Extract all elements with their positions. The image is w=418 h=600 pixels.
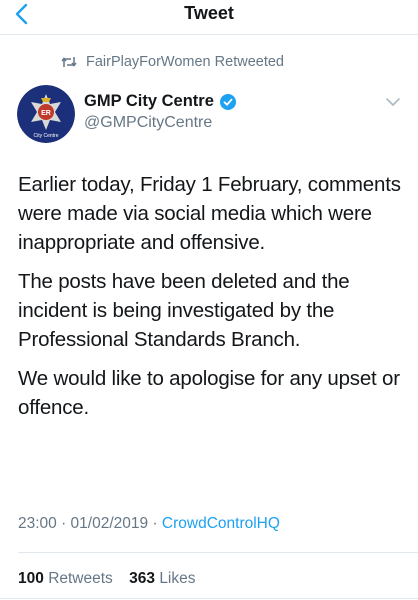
tweet-paragraph: We would like to apologise for any upset…	[18, 367, 400, 419]
author-handle[interactable]: @GMPCityCentre	[84, 114, 212, 132]
avatar[interactable]: ER City Centre	[17, 85, 75, 143]
retweet-icon	[61, 57, 77, 67]
top-bar: Tweet	[0, 0, 418, 30]
police-badge-icon: ER City Centre	[17, 85, 75, 143]
retweets-stat[interactable]: 100 Retweets	[18, 570, 113, 587]
avatar-badge-letters: ER	[41, 110, 51, 117]
tweet-meta: 23:00 · 01/02/2019 · CrowdControlHQ	[18, 515, 280, 533]
retweets-label: Retweets	[48, 570, 113, 587]
stats-divider	[18, 552, 418, 553]
tweet-source-link[interactable]: CrowdControlHQ	[162, 515, 280, 532]
retweet-context-text: FairPlayForWomen Retweeted	[86, 54, 284, 70]
author-name-row[interactable]: GMP City Centre	[84, 92, 236, 111]
chevron-down-icon[interactable]	[384, 95, 402, 109]
retweet-context[interactable]: FairPlayForWomen Retweeted	[60, 52, 284, 72]
tweet-timestamp: 23:00 · 01/02/2019 ·	[18, 515, 162, 532]
likes-count: 363	[129, 570, 155, 587]
likes-label: Likes	[159, 570, 196, 587]
tweet-paragraph: The posts have been deleted and the inci…	[18, 270, 350, 351]
tweet-text: Earlier today, Friday 1 February, commen…	[18, 170, 410, 432]
avatar-caption: City Centre	[33, 133, 58, 139]
verified-icon	[219, 93, 236, 110]
tweet-paragraph: Earlier today, Friday 1 February, commen…	[18, 173, 401, 254]
page-title: Tweet	[184, 3, 234, 23]
retweets-count: 100	[18, 570, 44, 587]
header-divider	[0, 34, 418, 35]
display-name: GMP City Centre	[84, 92, 214, 110]
bottom-divider	[0, 598, 418, 599]
tweet-stats: 100 Retweets 363 Likes	[18, 570, 208, 588]
likes-stat[interactable]: 363 Likes	[129, 570, 195, 587]
